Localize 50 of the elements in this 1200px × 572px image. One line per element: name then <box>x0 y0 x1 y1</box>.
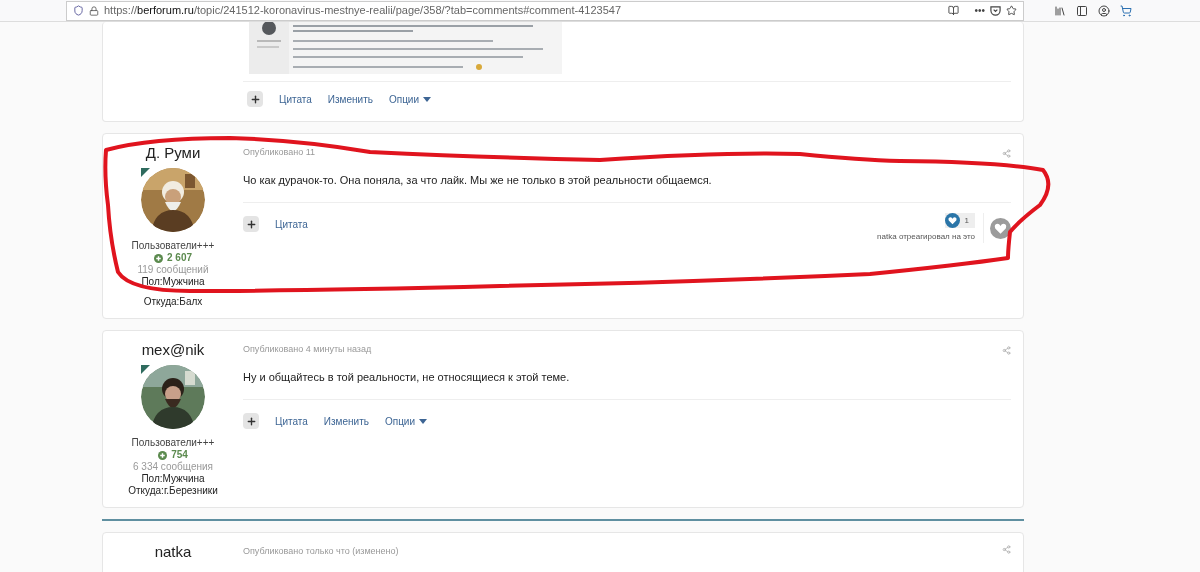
action-link[interactable]: Цитата <box>279 91 312 107</box>
like-button[interactable] <box>990 217 1011 239</box>
reputation-icon <box>158 450 168 460</box>
reputation-count: 754 <box>171 449 188 461</box>
account-icon[interactable] <box>1098 4 1110 17</box>
action-link[interactable]: Изменить <box>327 91 373 107</box>
corner-flag-icon <box>141 168 150 177</box>
plus-icon <box>249 93 261 105</box>
author-name[interactable]: natka <box>154 543 192 572</box>
reaction-counter[interactable]: 1 <box>944 213 975 228</box>
menu-dots[interactable]: ••• <box>974 3 985 18</box>
location-field: Откуда:г.Березники <box>128 485 218 497</box>
reputation-count: 2 607 <box>167 252 192 264</box>
user-group: Пользователи+++ <box>131 437 215 449</box>
plus-icon <box>245 218 257 230</box>
action-link[interactable]: Цитата <box>275 413 308 429</box>
address-bar[interactable]: https://berforum.ru/topic/241512-koronavirus-mestnye-realii/page/358/?tab=comments#comment-4123547 ••• <box>66 0 1024 21</box>
post-count: 119 сообщений <box>137 264 209 276</box>
star-icon[interactable] <box>1006 5 1017 16</box>
pocket-icon[interactable] <box>990 5 1001 16</box>
author-name[interactable]: Д. Руми <box>145 144 201 162</box>
location-field: Откуда:Балх <box>143 296 203 308</box>
plus-icon <box>245 415 257 427</box>
action-link[interactable]: Цитата <box>275 216 308 232</box>
url-text: https://berforum.ru/topic/241512-koronavirus-mestnye-realii/page/358/?tab=comments#comment-4123547 <box>104 3 621 19</box>
post-date: Опубликовано только что (изменено) <box>243 545 399 558</box>
user-group: Пользователи+++ <box>131 240 215 252</box>
post-count: 6 334 сообщения <box>133 461 213 473</box>
library-icon[interactable] <box>1054 4 1066 17</box>
action-link[interactable]: Опции <box>388 91 432 107</box>
reader-icon[interactable] <box>948 5 960 16</box>
author-name[interactable]: mex@nik <box>141 341 205 359</box>
lock-icon[interactable] <box>89 5 99 16</box>
plus-button[interactable] <box>247 91 263 107</box>
shield-icon[interactable] <box>73 5 84 16</box>
action-link[interactable]: Опции <box>384 413 428 429</box>
action-link[interactable]: Изменить <box>323 413 369 429</box>
cart-icon[interactable] <box>1120 4 1132 17</box>
post-text: Чо как дурачок-то. Она поняла, за что лайк. Мы же не только в этой реальности общаемся. <box>243 173 713 188</box>
sidebar-icon[interactable] <box>1076 4 1088 17</box>
post-date: Опубликовано 4 минуты назад <box>243 343 372 357</box>
gender-field: Пол:Мужчина <box>141 473 205 485</box>
post-date: Опубликовано 11 <box>243 146 316 160</box>
reputation-icon <box>154 253 163 263</box>
corner-flag-icon <box>141 365 150 374</box>
post-text: Ну и общайтесь в той реальности, не относящиеся к этой теме. <box>243 370 571 385</box>
plus-button[interactable] <box>243 413 259 429</box>
gender-field: Пол:Мужчина <box>141 276 205 288</box>
plus-button[interactable] <box>243 216 259 232</box>
reaction-summary[interactable]: natka отреагировал на это <box>877 231 975 243</box>
